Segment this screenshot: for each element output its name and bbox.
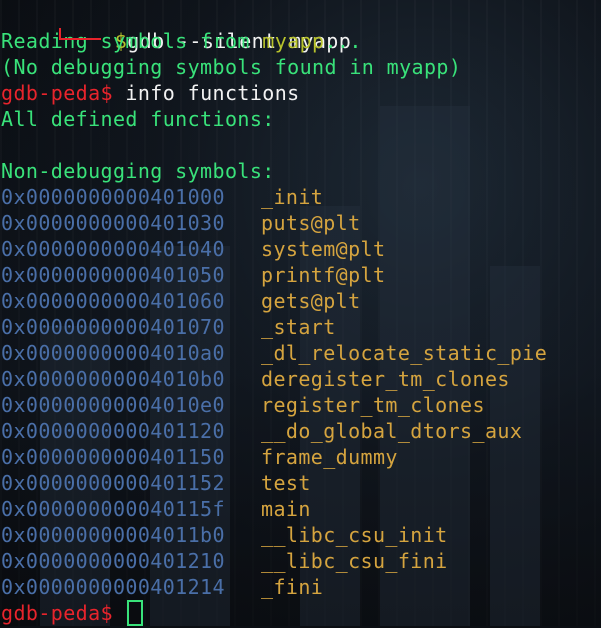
non-debugging-header: Non-debugging symbols: — [1, 159, 275, 183]
function-row: 0x0000000000401030 puts@plt — [1, 210, 601, 236]
previous-command-line: $gdb --silent myapp — [1, 2, 601, 53]
text-cursor[interactable] — [127, 599, 144, 626]
function-address: 0x0000000000401050 — [1, 263, 225, 287]
function-address: 0x0000000000401060 — [1, 289, 225, 313]
function-address: 0x0000000000401030 — [1, 211, 225, 235]
all-defined-functions-line: All defined functions: — [1, 107, 275, 131]
function-address: 0x00000000004010a0 — [1, 341, 225, 365]
function-address: 0x0000000000401150 — [1, 445, 225, 469]
function-name: register_tm_clones — [261, 393, 485, 417]
function-name: _init — [261, 185, 324, 209]
function-name: test — [261, 471, 311, 495]
function-row: 0x0000000000401120 __do_global_dtors_aux — [1, 418, 601, 444]
function-name: main — [261, 497, 311, 521]
function-address: 0x0000000000401214 — [1, 575, 225, 599]
function-row: 0x000000000040115f main — [1, 496, 601, 522]
gdb-prompt: gdb-peda$ — [1, 601, 113, 625]
no-debugging-line: (No debugging symbols found in myapp) — [1, 55, 462, 79]
function-row: 0x0000000000401210 __libc_csu_fini — [1, 548, 601, 574]
terminal-output[interactable]: $gdb --silent myapp Reading symbols from… — [0, 0, 601, 626]
function-name: _start — [261, 315, 336, 339]
function-row: 0x0000000000401152 test — [1, 470, 601, 496]
function-row: 0x00000000004010e0 register_tm_clones — [1, 392, 601, 418]
function-row: 0x0000000000401150 frame_dummy — [1, 444, 601, 470]
function-row: 0x00000000004010a0 _dl_relocate_static_pi… — [1, 340, 601, 366]
function-name: _dl_relocate_static_pie — [261, 341, 548, 365]
function-address: 0x0000000000401120 — [1, 419, 225, 443]
function-name: puts@plt — [261, 211, 361, 235]
function-name: _fini — [261, 575, 324, 599]
function-address: 0x000000000040115f — [1, 497, 225, 521]
function-name: system@plt — [261, 237, 386, 261]
function-address: 0x0000000000401070 — [1, 315, 225, 339]
function-name: gets@plt — [261, 289, 361, 313]
function-address: 0x0000000000401000 — [1, 185, 225, 209]
function-address: 0x00000000004011b0 — [1, 523, 225, 547]
gdb-prompt: gdb-peda$ — [1, 81, 113, 105]
function-address: 0x0000000000401210 — [1, 549, 225, 573]
current-prompt-line[interactable]: gdb-peda$ — [1, 599, 601, 626]
function-name: frame_dummy — [261, 445, 398, 469]
function-name: __libc_csu_fini — [261, 549, 448, 573]
reading-prefix: Reading symbols from — [1, 29, 263, 53]
function-name: __libc_csu_init — [261, 523, 448, 547]
function-row: 0x0000000000401050 printf@plt — [1, 262, 601, 288]
function-row: 0x0000000000401040 system@plt — [1, 236, 601, 262]
function-address: 0x0000000000401152 — [1, 471, 225, 495]
function-name: printf@plt — [261, 263, 386, 287]
function-name: __do_global_dtors_aux — [261, 419, 523, 443]
function-row: 0x0000000000401070 _start — [1, 314, 601, 340]
binary-name: myapp — [262, 29, 325, 53]
info-functions-command: info functions — [112, 81, 300, 105]
function-row: 0x0000000000401214 _fini — [1, 574, 601, 600]
function-row: 0x0000000000401060 gets@plt — [1, 288, 601, 314]
prompt-corner-icon — [51, 28, 101, 44]
function-list: 0x0000000000401000 _init 0x00000000004010… — [1, 184, 601, 600]
function-address: 0x00000000004010e0 — [1, 393, 225, 417]
function-row: 0x00000000004010b0 deregister_tm_clones — [1, 366, 601, 392]
reading-suffix: ... — [324, 29, 362, 53]
function-row: 0x00000000004011b0 __libc_csu_init — [1, 522, 601, 548]
info-functions-command-line: gdb-peda$ info functions — [1, 80, 601, 106]
function-name: deregister_tm_clones — [261, 367, 510, 391]
function-row: 0x0000000000401000 _init — [1, 184, 601, 210]
function-address: 0x00000000004010b0 — [1, 367, 225, 391]
function-address: 0x0000000000401040 — [1, 237, 225, 261]
